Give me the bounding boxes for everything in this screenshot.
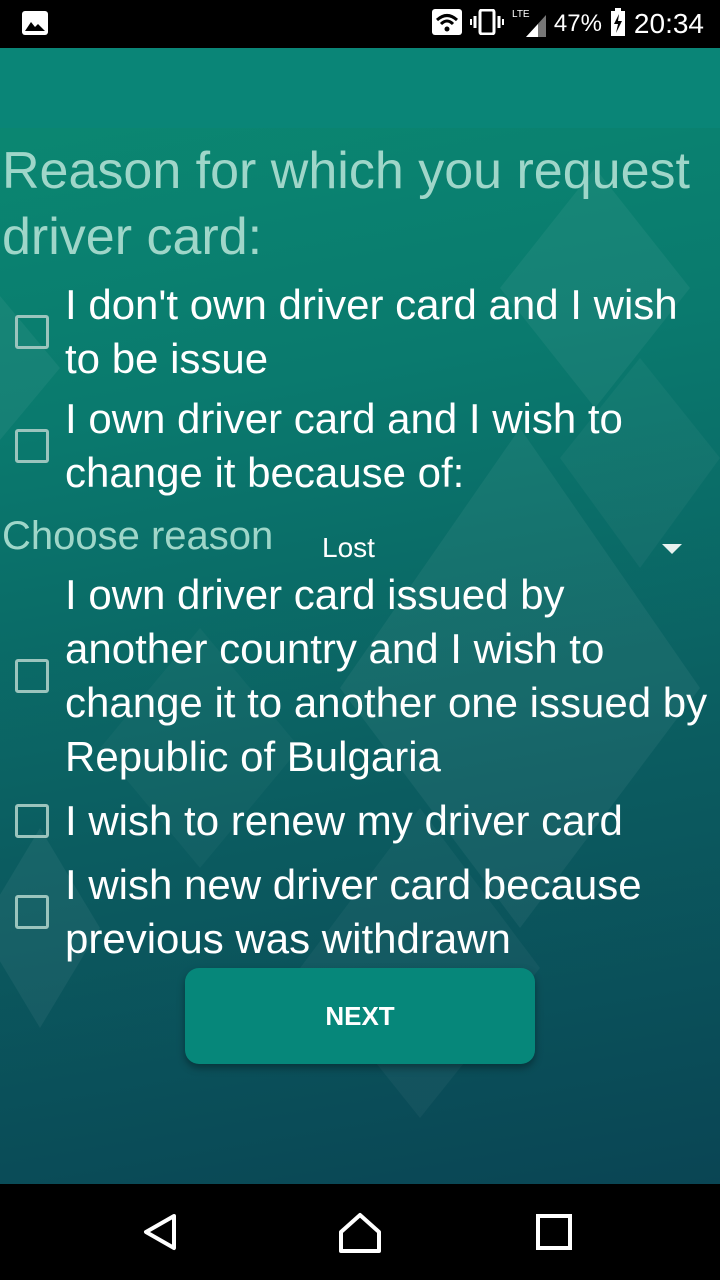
battery-charging-icon	[610, 8, 626, 40]
dropdown-arrow-icon	[662, 544, 682, 554]
option-no-card[interactable]: I don't own driver card and I wish to be…	[0, 278, 720, 386]
next-button[interactable]: NEXT	[185, 968, 535, 1064]
clock: 20:34	[633, 8, 704, 39]
option-renew-card[interactable]: I wish to renew my driver card	[0, 794, 720, 848]
option-foreign-card[interactable]: I own driver card issued by another coun…	[0, 568, 720, 784]
option-withdrawn-card[interactable]: I wish new driver card because previous …	[0, 858, 720, 966]
battery-percent: 47%	[553, 10, 602, 37]
recents-icon[interactable]	[534, 1212, 574, 1256]
checkbox-change-card[interactable]	[15, 429, 49, 463]
gallery-icon	[22, 11, 48, 35]
lte-signal-icon: LTE	[512, 7, 546, 41]
navigation-bar	[0, 1184, 720, 1280]
checkbox-no-card[interactable]	[15, 315, 49, 349]
reason-selected-value: Lost	[322, 532, 375, 563]
back-icon[interactable]	[140, 1212, 180, 1256]
option-change-card[interactable]: I own driver card and I wish to change i…	[0, 392, 720, 500]
status-bar: LTE 47% 20:34	[0, 0, 720, 48]
checkbox-renew-card[interactable]	[15, 804, 49, 838]
app-bar	[0, 48, 720, 128]
home-icon[interactable]	[338, 1212, 382, 1258]
page-title: Reason for which you request driver card…	[2, 142, 690, 266]
option-label: I own driver card issued by another coun…	[65, 571, 708, 780]
checkbox-withdrawn-card[interactable]	[15, 895, 49, 929]
wifi-icon	[431, 9, 462, 39]
app-screen: Reason for which you request driver card…	[0, 48, 720, 1184]
checkbox-foreign-card[interactable]	[15, 659, 49, 693]
option-label: I wish new driver card because previous …	[65, 861, 642, 962]
svg-text:LTE: LTE	[512, 9, 530, 20]
vibrate-icon	[469, 8, 504, 39]
option-label: I wish to renew my driver card	[65, 797, 623, 844]
option-label: I don't own driver card and I wish to be…	[65, 281, 678, 382]
option-label: I own driver card and I wish to change i…	[65, 395, 623, 496]
choose-reason-label: Choose reason	[2, 514, 274, 558]
